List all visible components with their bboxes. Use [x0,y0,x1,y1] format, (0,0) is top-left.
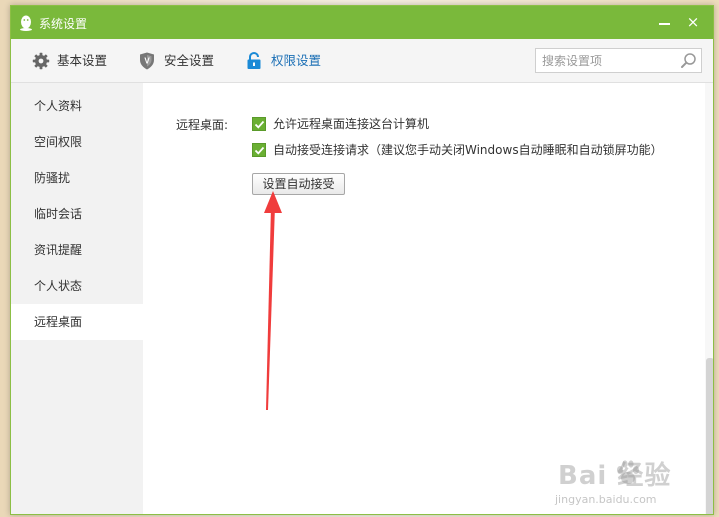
sidebar-item-remote-desktop[interactable]: 远程桌面 [11,304,143,340]
tab-permission-settings-label: 权限设置 [271,53,322,68]
svg-text:V: V [144,57,150,66]
penguin-icon [20,15,32,31]
minimize-icon [659,23,670,25]
settings-window: 系统设置 × 基本设置 V 安全设置 权限设置 搜索设置项 个人资料 空间权限 … [10,5,714,515]
shield-icon: V [140,52,154,70]
sidebar-item-personal-status[interactable]: 个人状态 [11,268,143,304]
allow-remote-desktop-label: 允许远程桌面连接这台计算机 [273,117,430,131]
lock-icon [247,52,261,69]
close-button[interactable]: × [683,12,703,32]
settings-toolbar: 基本设置 V 安全设置 权限设置 [11,39,713,83]
section-label: 远程桌面: [176,118,229,132]
minimize-button[interactable] [655,12,675,32]
tab-security-settings-label: 安全设置 [164,53,215,68]
allow-remote-desktop-checkbox[interactable] [252,117,266,131]
search-box [535,48,702,73]
sidebar-item-space-permission[interactable]: 空间权限 [11,124,143,160]
sidebar-item-temp-session[interactable]: 临时会话 [11,196,143,232]
search-input[interactable] [536,49,676,72]
set-auto-accept-button[interactable]: 设置自动接受 [252,173,345,195]
scrollbar-thumb[interactable] [706,358,713,514]
auto-accept-label: 自动接受连接请求（建议您手动关闭Windows自动睡眠和自动锁屏功能） [273,143,663,157]
checkmark-icon [254,146,265,155]
tab-basic-settings[interactable]: 基本设置 [32,39,122,83]
content-scrollbar[interactable] [705,83,713,514]
gear-icon [32,52,50,70]
sidebar-item-news-alerts[interactable]: 资讯提醒 [11,232,143,268]
tab-security-settings[interactable]: V 安全设置 [139,39,229,83]
auto-accept-checkbox[interactable] [252,143,266,157]
settings-sidebar: 个人资料 空间权限 防骚扰 临时会话 资讯提醒 个人状态 远程桌面 [11,83,143,514]
window-title: 系统设置 [39,17,88,31]
checkmark-icon [254,120,265,129]
title-bar: 系统设置 × [11,6,713,39]
tab-permission-settings[interactable]: 权限设置 [246,39,336,83]
tab-basic-settings-label: 基本设置 [57,53,108,68]
sidebar-item-profile[interactable]: 个人资料 [11,88,143,124]
search-icon[interactable] [680,52,698,70]
sidebar-item-anti-harassment[interactable]: 防骚扰 [11,160,143,196]
settings-content: 远程桌面: 允许远程桌面连接这台计算机 自动接受连接请求（建议您手动关闭Wind… [143,83,713,514]
